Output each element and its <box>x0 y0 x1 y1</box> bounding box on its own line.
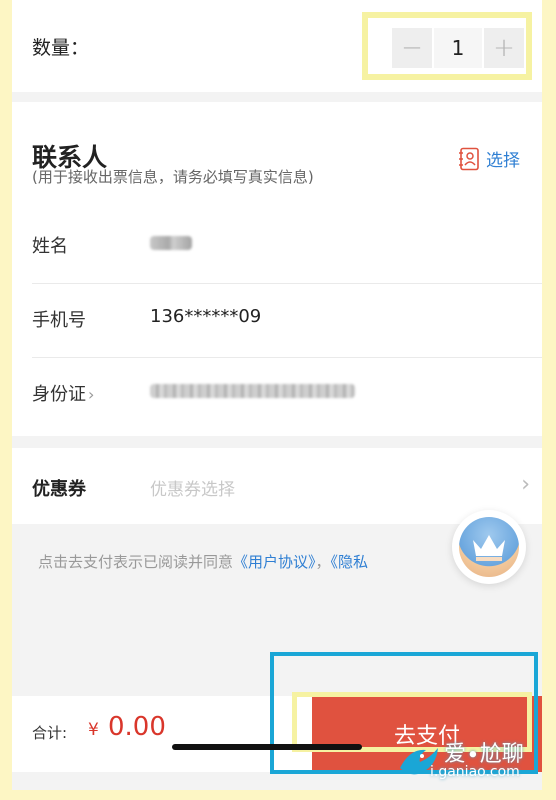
name-label: 姓名 <box>32 236 68 257</box>
home-indicator <box>172 744 362 750</box>
id-label-wrap[interactable]: 身份证 › <box>32 380 94 406</box>
contact-book-icon <box>459 147 479 170</box>
name-row[interactable]: 姓名 <box>32 208 542 284</box>
total-label: 合计: <box>32 724 68 742</box>
select-label: 选择 <box>486 151 520 171</box>
name-blurred <box>150 236 192 250</box>
contact-subtitle: (用于接收出票信息，请务必填写真实信息) <box>32 168 314 186</box>
phone-row[interactable]: 手机号 136******09 <box>32 282 542 358</box>
user-agreement-link[interactable]: 《用户协议》 <box>233 553 316 571</box>
watermark-url: i.ganiao.com <box>430 764 520 780</box>
id-blurred <box>150 384 355 398</box>
crown-badge <box>459 517 519 577</box>
chevron-right-icon: › <box>521 472 530 497</box>
contact-card: 联系人 (用于接收出票信息，请务必填写真实信息) 选择 姓名 手机号 136**… <box>12 102 542 436</box>
chevron-right-icon: › <box>88 385 95 404</box>
total-currency: ¥ <box>88 720 99 740</box>
phone-value[interactable]: 136******09 <box>150 306 261 327</box>
id-row[interactable]: 身份证 › <box>32 356 542 432</box>
id-value[interactable] <box>150 380 355 398</box>
quantity-label: 数量： <box>32 37 90 59</box>
select-contact-button[interactable]: 选择 <box>458 146 520 171</box>
vip-float-button[interactable] <box>452 510 526 584</box>
privacy-policy-link[interactable]: 《隐私 <box>331 553 369 571</box>
phone-label: 手机号 <box>32 310 86 331</box>
name-value[interactable] <box>150 232 192 250</box>
agreement-prefix: 点击去支付表示已阅读并同意 <box>38 553 234 571</box>
coupon-label: 优惠券 <box>32 479 86 500</box>
coupon-placeholder: 优惠券选择 <box>150 480 235 500</box>
agreement-text: 点击去支付表示已阅读并同意《用户协议》，《隐私 <box>38 551 368 572</box>
total-amount: 0.00 <box>108 712 166 742</box>
stepper-highlight-box <box>362 12 532 80</box>
crown-icon <box>473 535 505 561</box>
coupon-row[interactable]: 优惠券 优惠券选择 › <box>12 448 542 524</box>
agreement-separator: ， <box>315 553 331 571</box>
id-label: 身份证 <box>32 384 86 405</box>
